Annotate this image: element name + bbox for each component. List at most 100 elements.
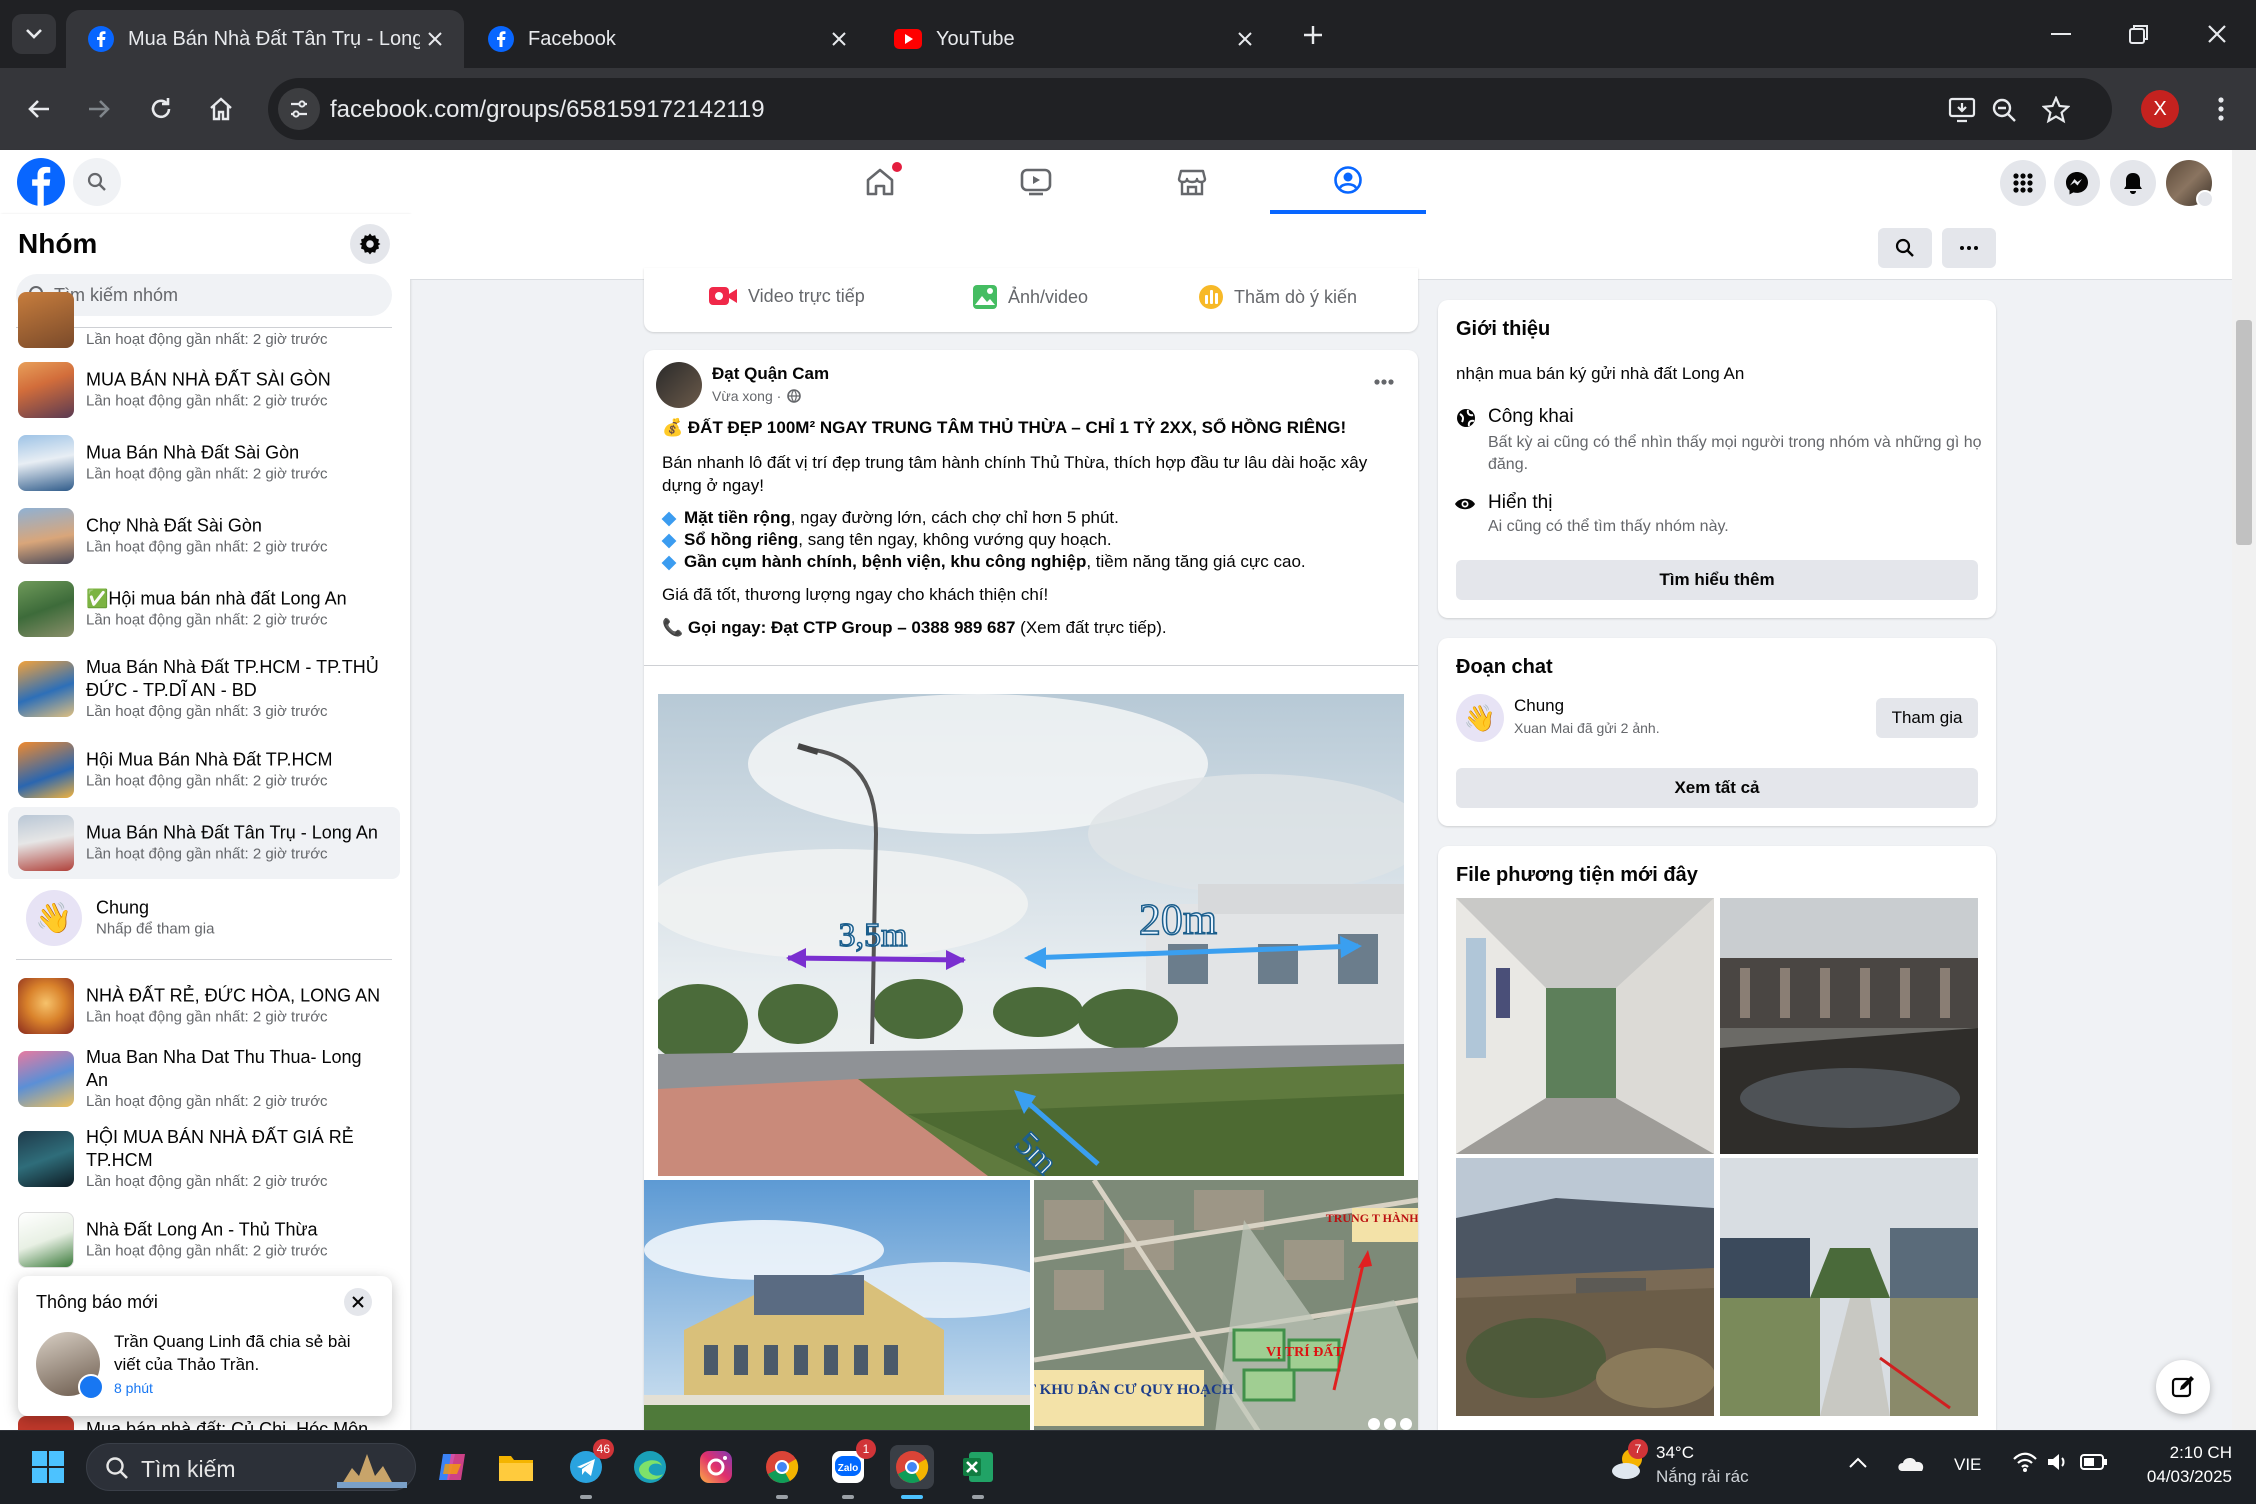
bookmark-star-icon[interactable] bbox=[2036, 90, 2076, 130]
running-indicator bbox=[776, 1495, 788, 1499]
media-thumb[interactable] bbox=[1456, 1158, 1714, 1416]
taskbar-search[interactable]: Tìm kiếm bbox=[86, 1443, 416, 1491]
poll-button[interactable]: Thăm dò ý kiến bbox=[1198, 284, 1357, 310]
forward-button[interactable] bbox=[78, 88, 120, 130]
edge-icon[interactable] bbox=[628, 1445, 672, 1489]
post-timestamp[interactable]: Vừa xong · bbox=[712, 388, 802, 404]
install-app-icon[interactable] bbox=[1942, 90, 1982, 130]
scrollbar-thumb[interactable] bbox=[2236, 320, 2252, 545]
media-thumb[interactable] bbox=[1720, 1158, 1978, 1416]
account-avatar[interactable] bbox=[2166, 160, 2214, 208]
about-title: Giới thiệu bbox=[1456, 318, 1551, 340]
close-tab-icon[interactable] bbox=[1230, 24, 1260, 54]
nav-groups[interactable] bbox=[1270, 150, 1426, 214]
close-tab-icon[interactable] bbox=[824, 24, 854, 54]
notifications-button[interactable] bbox=[2110, 160, 2156, 206]
close-window-button[interactable] bbox=[2188, 10, 2246, 58]
clock-time[interactable]: 2:10 CH bbox=[2140, 1443, 2232, 1463]
nav-marketplace[interactable] bbox=[1114, 150, 1270, 214]
group-chat-item[interactable]: 👋 Chung Nhấp để tham gia bbox=[8, 880, 400, 956]
restore-button[interactable] bbox=[2110, 10, 2168, 58]
settings-button[interactable] bbox=[350, 224, 390, 264]
close-notification-button[interactable] bbox=[344, 1288, 372, 1316]
group-item[interactable]: Nhà Đất Long An - Thủ Thừa Lần hoạt động … bbox=[8, 1204, 400, 1276]
group-search-input[interactable] bbox=[54, 274, 384, 316]
post-main-photo[interactable]: 3,5m 20m 5m bbox=[658, 694, 1404, 1176]
clock-date[interactable]: 04/03/2025 bbox=[2124, 1467, 2232, 1487]
sidebar-title: Nhóm bbox=[18, 228, 98, 259]
start-button[interactable] bbox=[26, 1445, 70, 1489]
group-item[interactable]: Chợ Nhà Đất Sài Gòn Lần hoạt động gần nhấ… bbox=[8, 500, 400, 572]
group-item-partial[interactable]: Lần hoạt động gần nhất: 2 giờ trước bbox=[8, 292, 400, 350]
group-item[interactable]: Mua Bán Nhà Đất Sài Gòn Lần hoạt động gần… bbox=[8, 427, 400, 499]
post-author-avatar[interactable] bbox=[656, 362, 702, 408]
photo-video-button[interactable]: Ảnh/video bbox=[972, 284, 1088, 310]
group-item[interactable]: Mua Ban Nha Dat Thu Thua- Long An Lần hoạ… bbox=[8, 1043, 400, 1115]
new-notification-popup[interactable]: Thông báo mới Trần Quang Linh đã chia sẻ… bbox=[18, 1276, 392, 1416]
post-options-button[interactable] bbox=[1366, 364, 1402, 400]
page-scrollbar[interactable] bbox=[2232, 150, 2256, 1430]
onedrive-icon[interactable] bbox=[1896, 1453, 1926, 1473]
volume-icon[interactable] bbox=[2046, 1451, 2070, 1473]
reload-button[interactable] bbox=[140, 88, 182, 130]
facebook-logo-icon[interactable] bbox=[17, 158, 65, 206]
group-item[interactable]: NHÀ ĐẤT RẺ, ĐỨC HÒA, LONG AN Lần hoạt độn… bbox=[8, 970, 400, 1042]
instagram-icon[interactable] bbox=[694, 1445, 738, 1489]
copilot-icon[interactable] bbox=[430, 1445, 474, 1489]
messenger-button[interactable] bbox=[2054, 160, 2100, 206]
group-item[interactable]: Hội Mua Bán Nhà Đất TP.HCM Lần hoạt động … bbox=[8, 734, 400, 806]
map-label-marker: VỊ TRÍ ĐẤT bbox=[1266, 1343, 1343, 1360]
post-headline: 💰 ĐẤT ĐẸP 100M² NGAY TRUNG TÂM THỦ THỪA … bbox=[662, 418, 1347, 437]
group-item-active[interactable]: Mua Bán Nhà Đất Tân Trụ - Long An Lần hoạ… bbox=[8, 807, 400, 879]
close-tab-icon[interactable] bbox=[420, 24, 450, 54]
group-item-partial[interactable]: Mua bán nhà đất: Củ Chi, Hóc Môn bbox=[8, 1416, 400, 1430]
group-item[interactable]: Mua Bán Nhà Đất TP.HCM - TP.THỦ ĐỨC - TP… bbox=[8, 646, 400, 732]
weather-icon[interactable]: 7 bbox=[1610, 1439, 1650, 1483]
learn-more-button[interactable]: Tìm hiểu thêm bbox=[1456, 560, 1978, 600]
excel-icon[interactable] bbox=[956, 1445, 1000, 1499]
group-item[interactable]: ✅Hội mua bán nhà đất Long An Lần hoạt độn… bbox=[8, 573, 400, 645]
home-button[interactable] bbox=[200, 88, 242, 130]
nav-video[interactable] bbox=[958, 150, 1114, 214]
nav-home[interactable] bbox=[802, 150, 958, 214]
chrome-active-icon[interactable] bbox=[890, 1445, 934, 1499]
chat-name[interactable]: Chung bbox=[1514, 696, 1564, 716]
chrome-menu-icon[interactable] bbox=[2206, 88, 2236, 130]
new-tab-button[interactable] bbox=[1296, 18, 1330, 52]
post-photo-building[interactable] bbox=[644, 1180, 1030, 1440]
live-video-button[interactable]: Video trực tiếp bbox=[708, 284, 865, 308]
site-info-icon[interactable] bbox=[278, 88, 320, 130]
zoom-icon[interactable] bbox=[1984, 90, 2024, 130]
group-item[interactable]: MUA BÁN NHÀ ĐẤT SÀI GÒN Lần hoạt động gần… bbox=[8, 354, 400, 426]
battery-icon[interactable] bbox=[2080, 1453, 2108, 1471]
group-item[interactable]: HỘI MUA BÁN NHÀ ĐẤT GIÁ RẺ TP.HCM Lần hoạ… bbox=[8, 1116, 400, 1202]
svg-text:Zalo: Zalo bbox=[838, 1463, 859, 1474]
input-language[interactable]: VIE bbox=[1954, 1455, 1981, 1475]
post-photo-map[interactable]: TRUNG T HÀNH CHÍ VỊ TRÍ ĐẤT ĐẤT KHU DÂN … bbox=[1034, 1180, 1418, 1440]
back-button[interactable] bbox=[18, 88, 60, 130]
media-thumb[interactable] bbox=[1456, 898, 1714, 1154]
media-thumb[interactable] bbox=[1720, 898, 1978, 1154]
tab-facebook[interactable]: Facebook bbox=[466, 10, 868, 68]
address-bar[interactable]: facebook.com/groups/658159172142119 bbox=[268, 78, 2112, 140]
wifi-icon[interactable] bbox=[2012, 1451, 2038, 1473]
group-search-button[interactable] bbox=[1878, 228, 1932, 268]
compose-icon bbox=[2171, 1376, 2194, 1398]
profile-avatar[interactable]: X bbox=[2141, 90, 2179, 128]
file-explorer-icon[interactable] bbox=[494, 1445, 538, 1489]
chrome-profile-icon[interactable] bbox=[760, 1445, 804, 1499]
tab-group-page[interactable]: Mua Bán Nhà Đất Tân Trụ - Long A bbox=[66, 10, 464, 68]
show-hidden-icons-button[interactable] bbox=[1848, 1457, 1868, 1469]
group-more-button[interactable] bbox=[1942, 228, 1996, 268]
see-all-chats-button[interactable]: Xem tất cả bbox=[1456, 768, 1978, 808]
tab-youtube[interactable]: YouTube bbox=[872, 10, 1274, 68]
join-chat-button[interactable]: Tham gia bbox=[1876, 698, 1978, 738]
telegram-icon[interactable]: 46 bbox=[564, 1439, 614, 1499]
zalo-icon[interactable]: Zalo 1 bbox=[826, 1439, 876, 1499]
tab-search-button[interactable] bbox=[12, 14, 56, 54]
minimize-button[interactable] bbox=[2032, 10, 2090, 58]
new-message-button[interactable] bbox=[2156, 1360, 2210, 1414]
search-button[interactable] bbox=[73, 158, 121, 206]
menu-grid-button[interactable] bbox=[2000, 160, 2046, 206]
post-author-name[interactable]: Đạt Quận Cam bbox=[712, 364, 829, 384]
